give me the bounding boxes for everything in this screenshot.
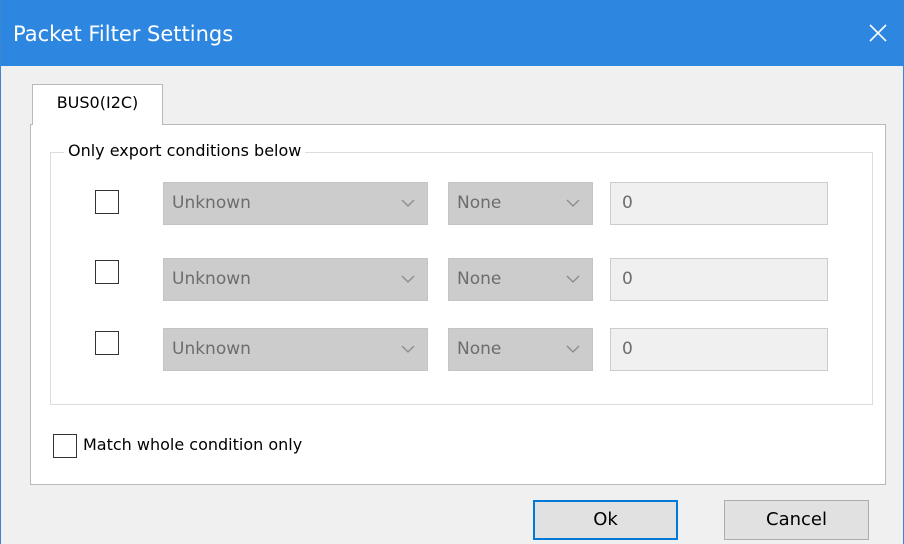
tab-label: BUS0(I2C) [56,93,139,112]
condition-3-value-input[interactable]: 0 [610,328,828,371]
input-value: 0 [622,193,633,213]
input-value: 0 [622,269,633,289]
input-value: 0 [622,339,633,359]
chevron-down-icon [401,275,415,283]
chevron-down-icon [566,199,580,207]
condition-3-checkbox[interactable] [95,331,119,355]
condition-1-operator-select[interactable]: None [448,182,593,225]
select-value: None [457,339,502,359]
tab-bus0-i2c[interactable]: BUS0(I2C) [32,84,163,125]
condition-3-operator-select[interactable]: None [448,328,593,371]
select-value: None [457,269,502,289]
chevron-down-icon [566,345,580,353]
chevron-down-icon [401,199,415,207]
chevron-down-icon [401,345,415,353]
select-value: Unknown [172,339,251,359]
chevron-down-icon [566,275,580,283]
condition-3-field-select[interactable]: Unknown [163,328,428,371]
condition-2-field-select[interactable]: Unknown [163,258,428,301]
condition-2-operator-select[interactable]: None [448,258,593,301]
title-bar[interactable]: Packet Filter Settings [1,0,904,66]
condition-1-field-select[interactable]: Unknown [163,182,428,225]
match-whole-label[interactable]: Match whole condition only [83,435,302,454]
select-value: Unknown [172,193,251,213]
condition-1-value-input[interactable]: 0 [610,182,828,225]
close-icon [869,24,887,42]
cancel-button[interactable]: Cancel [724,500,869,540]
select-value: Unknown [172,269,251,289]
ok-button[interactable]: Ok [533,500,678,540]
condition-2-checkbox[interactable] [95,260,119,284]
match-whole-checkbox[interactable] [53,434,77,458]
dialog-window: Packet Filter Settings BUS0(I2C) Only ex… [0,0,904,544]
condition-1-checkbox[interactable] [95,190,119,214]
dialog-title: Packet Filter Settings [13,22,234,46]
select-value: None [457,193,502,213]
close-button[interactable] [849,0,904,66]
groupbox-title: Only export conditions below [64,140,306,162]
condition-2-value-input[interactable]: 0 [610,258,828,301]
